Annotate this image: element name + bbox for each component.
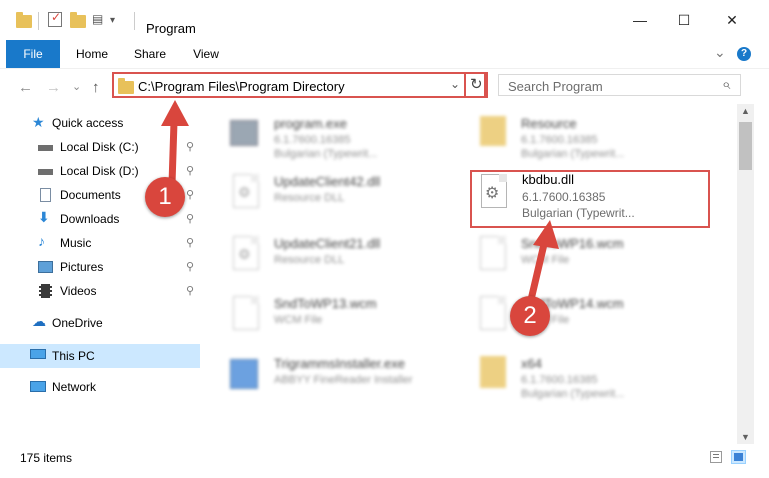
annotation-badge-1: 1 xyxy=(145,177,185,217)
annotation-arrows xyxy=(161,100,559,308)
arrow-1 xyxy=(161,100,189,188)
arrow-2 xyxy=(526,220,559,308)
annotation-badge-2: 2 xyxy=(510,296,550,336)
